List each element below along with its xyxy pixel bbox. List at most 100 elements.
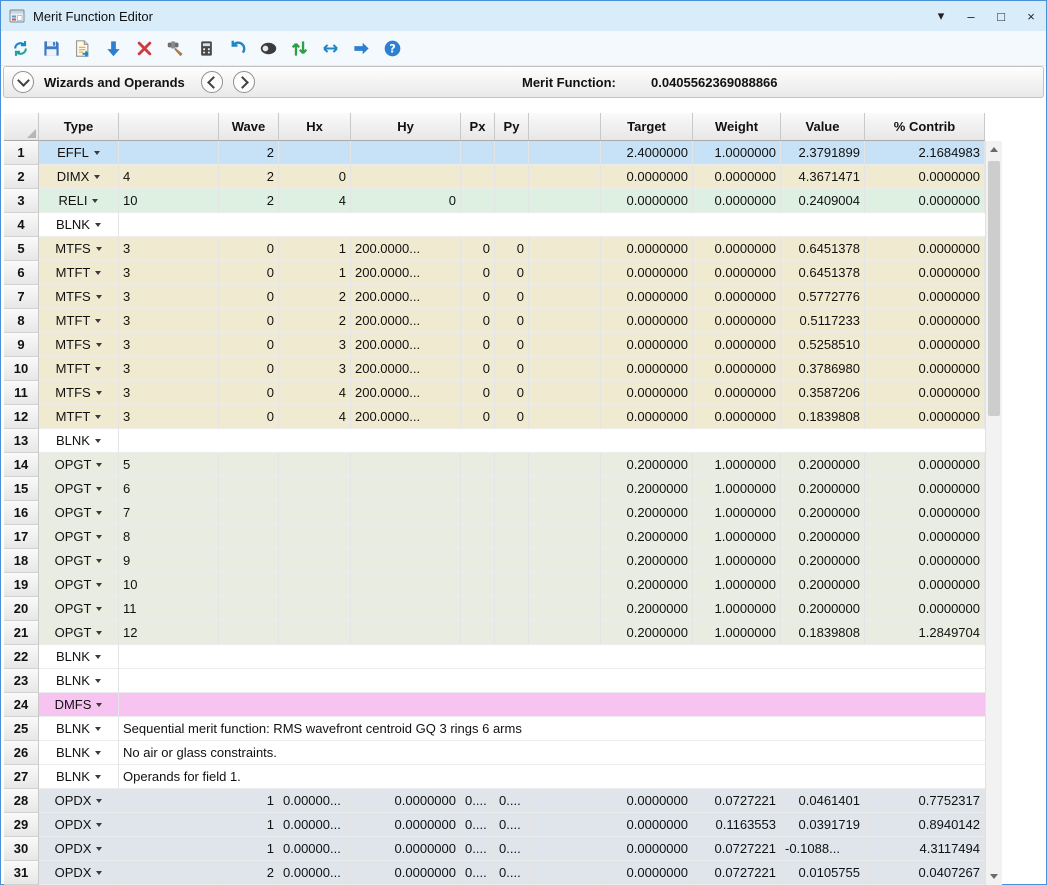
row-number[interactable]: 4 <box>4 213 39 237</box>
cell[interactable]: 0.00000... <box>279 837 351 861</box>
cell[interactable]: 0.2409004 <box>781 189 865 213</box>
cell[interactable] <box>529 141 601 165</box>
cell[interactable] <box>351 165 461 189</box>
cell[interactable]: 0.0000000 <box>693 405 781 429</box>
cell[interactable] <box>529 549 601 573</box>
operand-type-dropdown[interactable]: OPGT <box>39 549 119 573</box>
cell[interactable]: 0.0000000 <box>865 165 985 189</box>
cell[interactable]: 0.0000000 <box>693 381 781 405</box>
row-number[interactable]: 26 <box>4 741 39 765</box>
operand-type-dropdown[interactable]: MTFS <box>39 333 119 357</box>
cell[interactable] <box>461 501 495 525</box>
cell[interactable] <box>529 837 601 861</box>
cell[interactable]: 0 <box>461 381 495 405</box>
cell[interactable]: 1 <box>219 789 279 813</box>
operand-type-dropdown[interactable]: BLNK <box>39 429 119 453</box>
cell[interactable]: 10 <box>119 573 219 597</box>
cell[interactable] <box>495 597 529 621</box>
cell[interactable] <box>529 357 601 381</box>
operand-type-dropdown[interactable]: BLNK <box>39 645 119 669</box>
cell[interactable]: 0 <box>219 261 279 285</box>
cell[interactable] <box>461 141 495 165</box>
cell[interactable]: 4.3671471 <box>781 165 865 189</box>
column-header-wave[interactable]: Wave <box>219 113 279 141</box>
operand-type-dropdown[interactable]: MTFS <box>39 237 119 261</box>
cell[interactable] <box>529 813 601 837</box>
cell[interactable]: 0.0727221 <box>693 837 781 861</box>
cell[interactable]: 0 <box>219 237 279 261</box>
cell[interactable] <box>119 861 219 885</box>
cell[interactable] <box>529 453 601 477</box>
cell[interactable]: 0.2000000 <box>781 573 865 597</box>
cell[interactable]: 0.0461401 <box>781 789 865 813</box>
cell[interactable]: 200.0000... <box>351 285 461 309</box>
scroll-up-button[interactable] <box>986 141 1002 158</box>
cell[interactable]: 0 <box>461 309 495 333</box>
cell[interactable]: 4 <box>119 165 219 189</box>
open-button[interactable] <box>69 35 96 62</box>
cell[interactable]: 0.0000000 <box>865 357 985 381</box>
comment-cell[interactable]: Sequential merit function: RMS wavefront… <box>119 717 985 741</box>
cell[interactable]: 0 <box>461 357 495 381</box>
operand-type-dropdown[interactable]: MTFT <box>39 405 119 429</box>
cell[interactable] <box>219 501 279 525</box>
row-number[interactable]: 10 <box>4 357 39 381</box>
update-button[interactable] <box>7 35 34 62</box>
row-number[interactable]: 31 <box>4 861 39 885</box>
select-all-corner[interactable] <box>4 113 39 141</box>
operand-type-dropdown[interactable]: MTFT <box>39 309 119 333</box>
cell[interactable]: 0.0000000 <box>865 285 985 309</box>
cell[interactable] <box>351 141 461 165</box>
cell[interactable] <box>119 813 219 837</box>
cell[interactable]: -0.1088... <box>781 837 865 861</box>
cell[interactable] <box>461 573 495 597</box>
cell[interactable]: 3 <box>119 381 219 405</box>
cell[interactable]: 2.1684983 <box>865 141 985 165</box>
cell[interactable]: 0.... <box>495 861 529 885</box>
cell[interactable] <box>279 621 351 645</box>
undo-button[interactable] <box>224 35 251 62</box>
cell[interactable] <box>279 141 351 165</box>
cell[interactable]: 0.5117233 <box>781 309 865 333</box>
cell[interactable]: 0 <box>219 333 279 357</box>
cell[interactable]: 0.2000000 <box>601 477 693 501</box>
cell[interactable] <box>351 549 461 573</box>
cell[interactable]: 0.0000000 <box>601 357 693 381</box>
cell[interactable]: 0.0000000 <box>351 861 461 885</box>
cell[interactable]: 0 <box>461 261 495 285</box>
cell[interactable]: 0.00000... <box>279 861 351 885</box>
cell[interactable]: 0 <box>279 165 351 189</box>
cell[interactable]: 0.0000000 <box>601 189 693 213</box>
row-number[interactable]: 12 <box>4 405 39 429</box>
cell[interactable]: 1.0000000 <box>693 621 781 645</box>
cell[interactable] <box>279 549 351 573</box>
operand-type-dropdown[interactable]: MTFT <box>39 357 119 381</box>
cell[interactable]: 2 <box>279 309 351 333</box>
cell[interactable]: 0.0000000 <box>693 261 781 285</box>
cell[interactable] <box>461 525 495 549</box>
comment-cell[interactable] <box>119 693 985 717</box>
cell[interactable]: 0.2000000 <box>781 477 865 501</box>
cell[interactable] <box>461 549 495 573</box>
cell[interactable] <box>219 621 279 645</box>
cell[interactable]: 4 <box>279 405 351 429</box>
cell[interactable] <box>219 597 279 621</box>
maximize-button[interactable]: □ <box>986 1 1016 31</box>
cell[interactable]: 4 <box>279 189 351 213</box>
cell[interactable]: 0.0000000 <box>693 357 781 381</box>
cell[interactable]: 1.0000000 <box>693 501 781 525</box>
cell[interactable]: 0.2000000 <box>781 549 865 573</box>
cell[interactable]: 0.0000000 <box>601 309 693 333</box>
operand-type-dropdown[interactable]: OPDX <box>39 837 119 861</box>
cell[interactable] <box>279 501 351 525</box>
cell[interactable] <box>279 525 351 549</box>
cell[interactable]: 1.0000000 <box>693 141 781 165</box>
cell[interactable]: 1.0000000 <box>693 525 781 549</box>
cell[interactable] <box>351 501 461 525</box>
cell[interactable]: 11 <box>119 597 219 621</box>
cell[interactable] <box>529 477 601 501</box>
cell[interactable] <box>529 165 601 189</box>
cell[interactable]: 0.0727221 <box>693 861 781 885</box>
expand-wizards-button[interactable] <box>12 71 34 93</box>
cell[interactable]: 0.2000000 <box>601 453 693 477</box>
